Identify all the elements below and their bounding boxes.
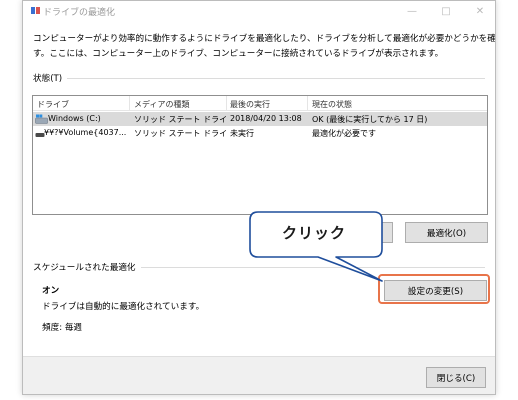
footer-bar: 閉じる(C) (23, 356, 495, 394)
optimize-drives-window: ドライブの最適化 — □ ✕ コンピューターがより効率的に動作するようにドライブ… (22, 0, 496, 395)
schedule-auto-text: ドライブは自動的に最適化されています。 (42, 302, 205, 312)
schedule-label: スケジュールされた最適化 (33, 261, 141, 273)
drive-list-header: ドライブ メディアの種類 最後の実行 現在の状態 (33, 96, 487, 111)
close-button[interactable]: 閉じる(C) (426, 367, 486, 388)
callout-text: クリック (281, 224, 346, 242)
column-media-type[interactable]: メディアの種類 (134, 99, 189, 110)
drive-media-type: ソリッド ステート ドライブ (134, 115, 226, 124)
window-description: コンピューターがより効率的に動作するようにドライブを最適化したり、ドライブを分析… (33, 34, 496, 59)
drive-name: Windows (C:) (48, 114, 101, 123)
minimize-icon: — (407, 5, 417, 17)
close-window-button[interactable]: ✕ (463, 1, 495, 21)
column-last-run[interactable]: 最後の実行 (230, 99, 270, 110)
schedule-state: オン (42, 286, 60, 296)
window-title: ドライブの最適化 (43, 8, 116, 18)
maximize-icon: □ (441, 5, 451, 17)
status-divider (33, 78, 485, 79)
minimize-button[interactable]: — (395, 1, 429, 21)
column-separator (129, 96, 130, 110)
drive-last-run: 2018/04/20 13:08 (230, 114, 302, 123)
close-icon: ✕ (475, 5, 485, 17)
drive-status: 最適化が必要です (312, 129, 376, 138)
drive-last-run: 未実行 (230, 129, 254, 138)
drive-row[interactable]: ¥¥?¥Volume{4037... ソリッド ステート ドライブ 未実行 最適… (33, 126, 487, 140)
windows-drive-icon (35, 114, 48, 124)
optimize-button[interactable]: 最適化(O) (405, 222, 488, 243)
column-separator (226, 96, 227, 110)
column-drive[interactable]: ドライブ (37, 99, 69, 110)
defrag-app-icon (31, 7, 40, 14)
maximize-button[interactable]: □ (429, 1, 463, 21)
drive-media-type: ソリッド ステート ドライブ (134, 129, 226, 138)
click-highlight-box (378, 274, 490, 304)
drive-row[interactable]: Windows (C:) ソリッド ステート ドライブ 2018/04/20 1… (33, 112, 487, 126)
column-current-status[interactable]: 現在の状態 (312, 99, 352, 110)
schedule-frequency: 頻度: 毎週 (42, 323, 83, 333)
drive-list[interactable]: ドライブ メディアの種類 最後の実行 現在の状態 Windows (C:) ソリ… (32, 95, 488, 215)
drive-name: ¥¥?¥Volume{4037... (44, 128, 127, 137)
title-bar: ドライブの最適化 — □ ✕ (23, 1, 495, 21)
column-separator (307, 96, 308, 110)
drive-status: OK (最後に実行してから 17 日) (312, 115, 428, 124)
status-label: 状態(T) (33, 72, 68, 84)
